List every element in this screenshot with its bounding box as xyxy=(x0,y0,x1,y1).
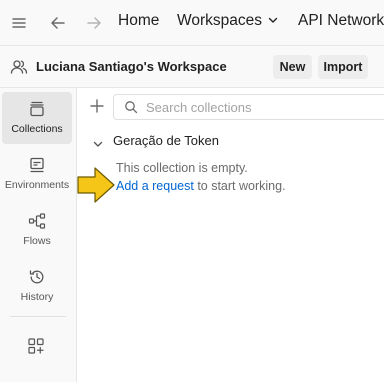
add-request-link[interactable]: Add a request xyxy=(116,179,194,193)
sidebar-item-environments[interactable]: Environments xyxy=(2,148,72,200)
nav-api-network[interactable]: API Network xyxy=(298,12,384,30)
sidebar-item-label: Collections xyxy=(11,123,63,135)
annotation-arrow-icon xyxy=(77,167,115,203)
nav-home[interactable]: Home xyxy=(118,12,159,30)
sidebar-item-label: History xyxy=(20,291,54,303)
add-request-line: Add a request to start working. xyxy=(116,179,286,193)
chevron-down-icon xyxy=(93,136,103,147)
import-button[interactable]: Import xyxy=(318,55,368,79)
arrow-right-icon[interactable] xyxy=(85,14,103,32)
people-icon xyxy=(10,58,28,76)
sidebar-divider xyxy=(10,316,66,317)
sidebar-item-history[interactable]: History xyxy=(2,260,72,312)
sidebar-item-collections[interactable]: Collections xyxy=(2,92,72,144)
sidebar-item-flows[interactable]: Flows xyxy=(2,204,72,256)
collections-icon xyxy=(28,100,46,118)
search-input[interactable] xyxy=(146,98,366,116)
add-request-suffix: to start working. xyxy=(193,179,286,193)
collection-name: Geração de Token xyxy=(113,133,219,148)
nav-workspaces[interactable]: Workspaces xyxy=(177,12,278,30)
workspace-header: Luciana Santiago's Workspace New Import xyxy=(0,46,384,88)
sidebar: Collections Environments Flows History xyxy=(0,88,77,382)
sidebar-item-label: Environments xyxy=(4,179,70,191)
new-button[interactable]: New xyxy=(273,55,312,79)
chevron-down-icon xyxy=(268,12,278,30)
plus-icon[interactable] xyxy=(89,98,105,114)
workspace-title[interactable]: Luciana Santiago's Workspace xyxy=(36,59,227,74)
sidebar-item-label: Flows xyxy=(23,235,51,247)
history-icon xyxy=(28,268,46,286)
configure-workbench-icon[interactable] xyxy=(27,337,45,355)
collections-panel: Geração de Token This collection is empt… xyxy=(77,88,384,382)
empty-collection-message: This collection is empty. xyxy=(116,161,248,175)
search-icon xyxy=(124,100,138,114)
top-navigation-bar: Home Workspaces API Network xyxy=(0,0,384,46)
hamburger-icon[interactable] xyxy=(10,14,28,32)
nav-workspaces-label: Workspaces xyxy=(177,12,262,30)
collection-row[interactable]: Geração de Token xyxy=(89,132,289,150)
search-box xyxy=(113,94,384,120)
flows-icon xyxy=(28,212,46,230)
arrow-left-icon[interactable] xyxy=(49,14,67,32)
environments-icon xyxy=(28,156,46,174)
